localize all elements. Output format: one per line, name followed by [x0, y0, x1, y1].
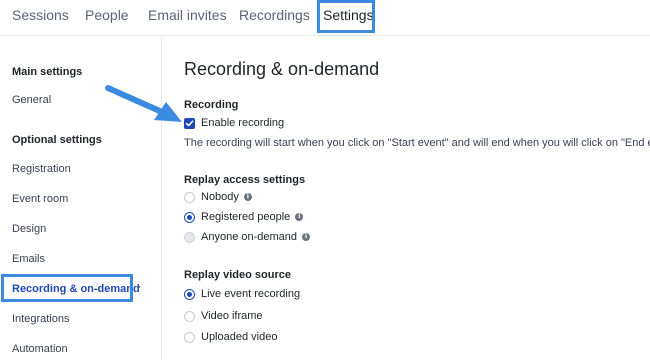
- sidebar-item-automation[interactable]: Automation: [12, 343, 68, 355]
- radio-live-event-recording-label: Live event recording: [201, 288, 301, 300]
- radio-anyone-on-demand[interactable]: [184, 231, 195, 243]
- sidebar-item-design[interactable]: Design: [12, 223, 46, 235]
- info-icon[interactable]: i: [295, 213, 304, 221]
- enable-recording-label: Enable recording: [201, 117, 285, 129]
- sidebar-item-integrations[interactable]: Integrations: [12, 313, 69, 325]
- replay-access-heading: Replay access settings: [184, 174, 306, 186]
- sidebar-item-general[interactable]: General: [12, 94, 51, 106]
- arrow-annotation-icon: [105, 85, 182, 122]
- sidebar-item-registration[interactable]: Registration: [12, 163, 71, 175]
- replay-source-option-iframe[interactable]: Video iframe: [184, 308, 263, 324]
- radio-live-event-recording[interactable]: [184, 288, 195, 300]
- radio-registered-people[interactable]: [184, 211, 195, 223]
- recording-section-heading: Recording: [184, 99, 239, 111]
- replay-access-option-nobody[interactable]: Nobody i: [184, 189, 252, 205]
- chevron-right-icon: ›: [137, 281, 141, 293]
- page-title: Recording & on-demand: [184, 59, 380, 79]
- main-content: Recording & on-demand Recording Enable r…: [163, 37, 650, 360]
- sidebar-item-event-room[interactable]: Event room: [12, 193, 68, 205]
- radio-video-iframe-label: Video iframe: [201, 310, 263, 322]
- radio-video-iframe[interactable]: [184, 310, 195, 322]
- recording-description: The recording will start when you click …: [184, 137, 650, 149]
- tab-sessions[interactable]: Sessions: [12, 0, 69, 34]
- replay-access-option-registered[interactable]: Registered people i: [184, 209, 304, 225]
- tab-settings-highlight-box: [317, 0, 375, 33]
- enable-recording-row[interactable]: Enable recording: [184, 115, 284, 131]
- tab-people[interactable]: People: [85, 0, 129, 34]
- info-icon[interactable]: i: [302, 233, 311, 241]
- replay-source-heading: Replay video source: [184, 269, 291, 281]
- sidebar-item-emails[interactable]: Emails: [12, 253, 45, 265]
- sidebar-heading-main: Main settings: [12, 66, 83, 78]
- radio-nobody-label: Nobody: [201, 191, 239, 203]
- sidebar-active-highlight-box: [1, 274, 133, 302]
- sidebar-heading-optional: Optional settings: [12, 134, 102, 146]
- replay-source-option-uploaded[interactable]: Uploaded video: [184, 329, 277, 345]
- tab-recordings[interactable]: Recordings: [239, 0, 310, 34]
- replay-source-option-live[interactable]: Live event recording: [184, 286, 300, 302]
- top-tab-bar: Sessions People Email invites Recordings…: [0, 0, 650, 36]
- tab-email-invites[interactable]: Email invites: [148, 0, 227, 34]
- info-icon[interactable]: i: [243, 193, 252, 201]
- radio-uploaded-video[interactable]: [184, 331, 195, 343]
- replay-access-option-anyone[interactable]: Anyone on-demand i: [184, 229, 311, 245]
- radio-uploaded-video-label: Uploaded video: [201, 331, 278, 343]
- radio-nobody[interactable]: [184, 191, 195, 203]
- radio-anyone-on-demand-label: Anyone on-demand: [201, 231, 298, 243]
- radio-registered-people-label: Registered people: [201, 211, 291, 223]
